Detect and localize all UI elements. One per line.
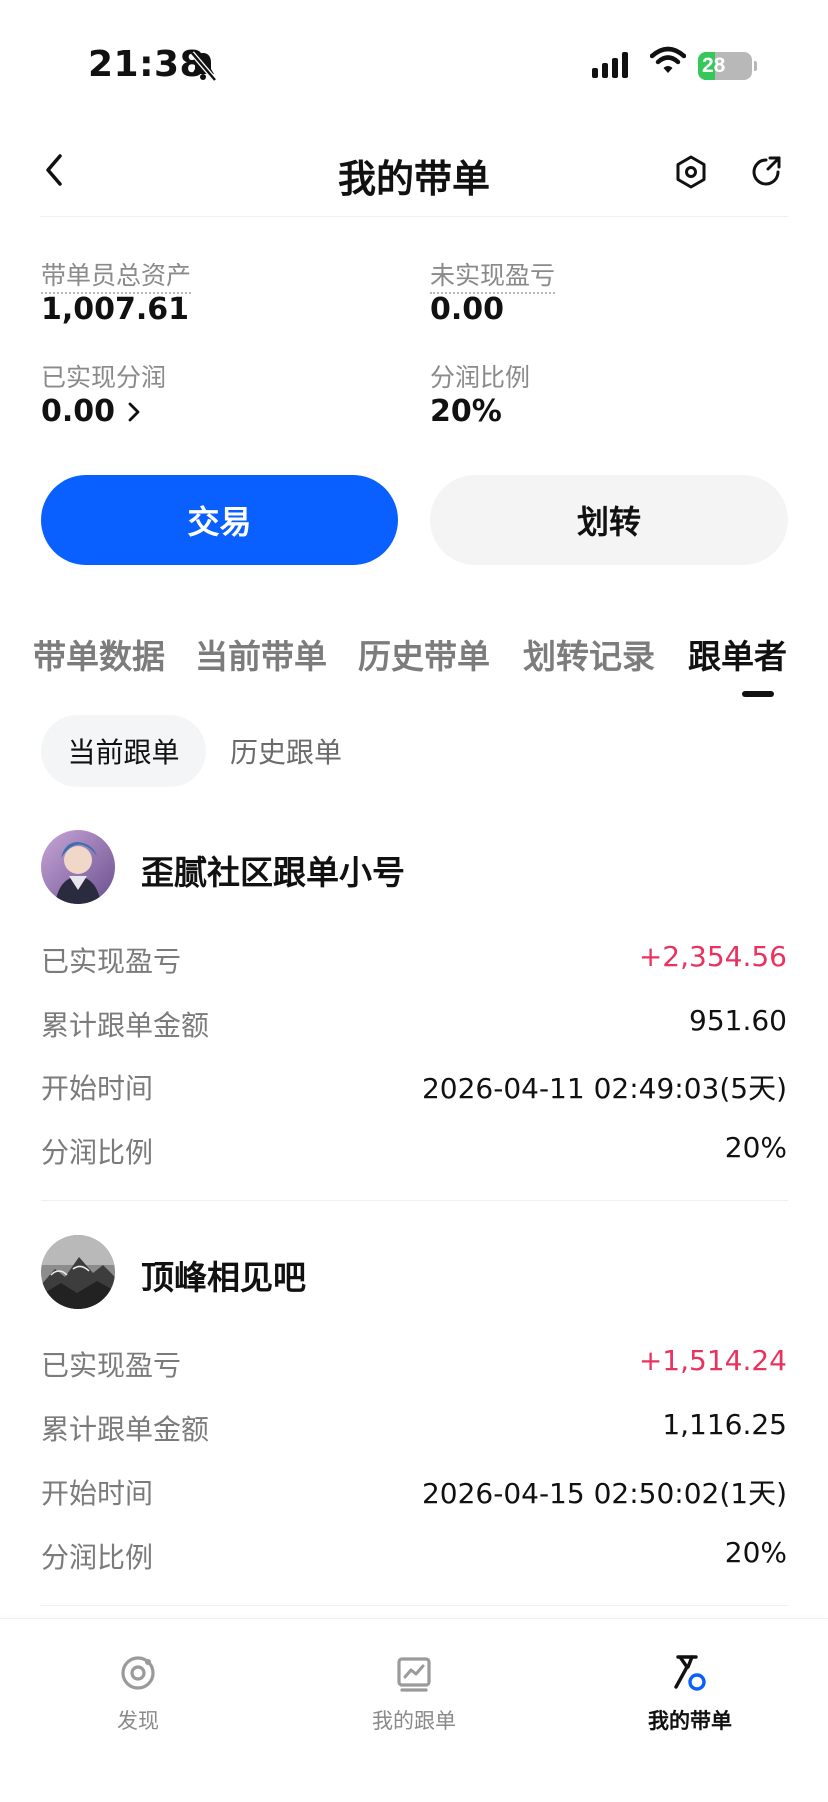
tab-history-lead[interactable]: 历史带单 (358, 630, 490, 678)
discover-icon (121, 1656, 155, 1690)
nav-my-follow[interactable]: 我的跟单 (334, 1653, 494, 1735)
realized-pnl-label: 已实现盈亏 (41, 945, 182, 978)
unrealized-pnl-label-text: 未实现盈亏 (430, 261, 556, 294)
battery-icon: 28 (698, 52, 752, 80)
share-button[interactable] (749, 154, 783, 190)
total-assets-label[interactable]: 带单员总资产 (41, 256, 192, 294)
subtab-history-follow[interactable]: 历史跟单 (230, 715, 342, 787)
nav-my-lead[interactable]: 我的带单 (610, 1653, 770, 1735)
unrealized-pnl-value: 0.00 (430, 292, 505, 327)
hexagon-settings-icon (676, 155, 706, 189)
share-ratio-row-value: 20% (724, 1131, 787, 1164)
realized-pnl-value: +2,354.56 (638, 940, 787, 973)
realized-share-label: 已实现分润 (41, 363, 167, 392)
follower-name[interactable]: 顶峰相见吧 (141, 1251, 306, 1299)
cellular-signal-icon (592, 52, 628, 78)
share-ratio-value: 20% (430, 394, 502, 429)
total-amount-label: 累计跟单金额 (41, 1009, 210, 1042)
realized-pnl-label: 已实现盈亏 (41, 1349, 182, 1382)
avatar[interactable] (41, 830, 115, 904)
avatar-anime-image (41, 830, 115, 904)
realized-share-value: 0.00 (41, 394, 116, 429)
bottom-nav: 发现 我的跟单 我的带单 (0, 1618, 828, 1802)
share-ratio-row-label: 分润比例 (41, 1136, 154, 1169)
subtab-current-follow[interactable]: 当前跟单 (41, 715, 206, 787)
tab-transfer-records[interactable]: 划转记录 (523, 630, 655, 678)
header-divider (40, 216, 788, 217)
battery-tip (754, 61, 757, 71)
battery-level: 28 (702, 54, 726, 77)
settings-button[interactable] (674, 154, 708, 190)
nav-discover[interactable]: 发现 (58, 1653, 218, 1735)
start-time-label: 开始时间 (41, 1477, 154, 1510)
nav-my-follow-label: 我的跟单 (372, 1709, 456, 1733)
card-divider (41, 1605, 788, 1606)
tab-current-lead[interactable]: 当前带单 (195, 630, 327, 678)
unrealized-pnl-label[interactable]: 未实现盈亏 (430, 256, 556, 294)
total-amount-label: 累计跟单金额 (41, 1413, 210, 1446)
trade-button[interactable]: 交易 (41, 475, 398, 565)
tab-lead-data[interactable]: 带单数据 (33, 630, 165, 678)
start-time-label: 开始时间 (41, 1072, 154, 1105)
share-ratio-label: 分润比例 (430, 363, 531, 392)
avatar[interactable] (41, 1235, 115, 1309)
realized-share-link[interactable]: 0.00 (41, 394, 141, 429)
tab-followers[interactable]: 跟单者 (688, 630, 787, 678)
avatar-mountain-image (41, 1235, 115, 1309)
tab-bar: 带单数据 当前带单 历史带单 划转记录 跟单者 (0, 630, 828, 680)
share-ratio-row-value: 20% (724, 1536, 787, 1569)
start-time-value: 2026-04-15 02:50:02(1天) (421, 1477, 787, 1510)
nav-discover-label: 发现 (117, 1709, 159, 1733)
total-assets-label-text: 带单员总资产 (41, 261, 192, 294)
total-assets-value: 1,007.61 (41, 292, 190, 327)
transfer-button[interactable]: 划转 (430, 475, 788, 565)
follower-name[interactable]: 歪腻社区跟单小号 (141, 846, 405, 894)
wifi-icon (649, 46, 687, 80)
bell-muted-icon (188, 50, 218, 86)
total-amount-value: 951.60 (689, 1004, 787, 1037)
total-amount-value: 1,116.25 (662, 1408, 787, 1441)
share-ratio-row-label: 分润比例 (41, 1541, 154, 1574)
nav-my-lead-label: 我的带单 (648, 1709, 732, 1733)
share-icon (752, 156, 781, 186)
realized-pnl-value: +1,514.24 (638, 1344, 787, 1377)
tab-indicator (742, 691, 774, 697)
lead-trade-icon (674, 1655, 706, 1691)
card-divider (41, 1200, 788, 1201)
chevron-right-icon (128, 402, 140, 421)
start-time-value: 2026-04-11 02:49:03(5天) (421, 1072, 787, 1105)
chart-icon (397, 1657, 431, 1692)
